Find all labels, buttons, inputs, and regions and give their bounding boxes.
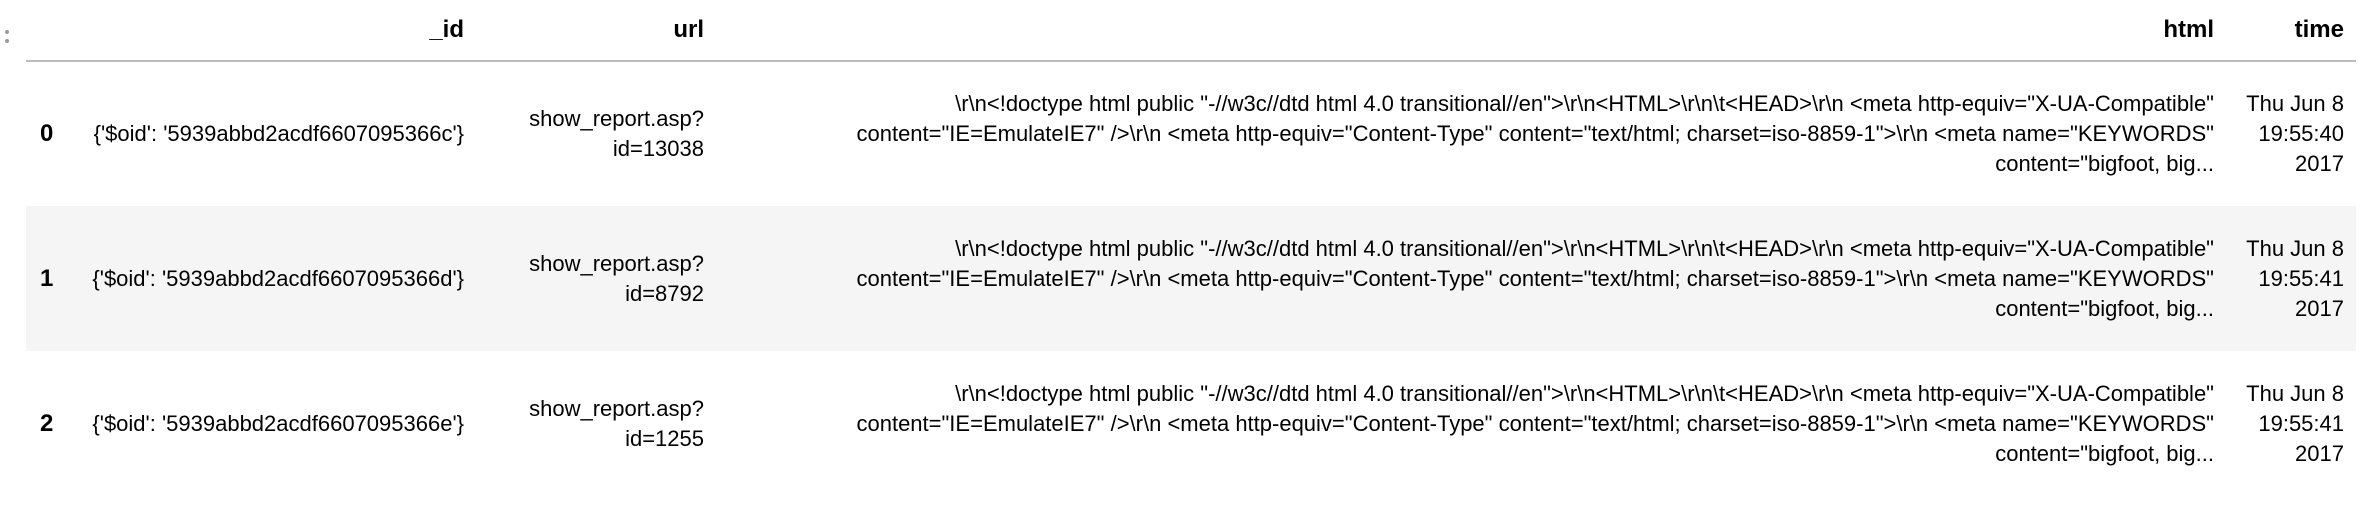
table-body: 0 {'$oid': '5939abbd2acdf6607095366c'} s… [26, 61, 2356, 496]
cell-html-wrap: \r\n<!doctype html public "-//w3c//dtd h… [716, 61, 2226, 206]
cell-url: show_report.asp?id=13038 [529, 106, 704, 161]
header-row: _id url html time [26, 0, 2356, 62]
dataframe-table: _id url html time 0 {'$oid': '5939abbd2a… [26, 0, 2356, 496]
row-index: 2 [40, 409, 54, 437]
cell-url: show_report.asp?id=1255 [529, 395, 704, 451]
row-index: 1 [40, 264, 54, 292]
cell-time: Thu Jun 8 19:55:41 2017 [2246, 235, 2344, 321]
drag-handle-dot [5, 38, 9, 43]
table-row: 1 {'$oid': '5939abbd2acdf6607095366d'} s… [26, 206, 2356, 351]
table-row: 2 {'$oid': '5939abbd2acdf6607095366e'} s… [26, 351, 2356, 496]
table-header: _id url html time [26, 0, 2356, 62]
cell-id: {'$oid': '5939abbd2acdf6607095366e'} [92, 410, 464, 436]
cell-html-wrap: \r\n<!doctype html public "-//w3c//dtd h… [716, 206, 2226, 351]
drag-handle-icon[interactable] [0, 26, 14, 46]
column-header-html: html [716, 0, 2226, 62]
cell-url: show_report.asp?id=8792 [529, 250, 704, 306]
cell-html: \r\n<!doctype html public "-//w3c//dtd h… [856, 380, 2214, 466]
cell-html: \r\n<!doctype html public "-//w3c//dtd h… [856, 235, 2214, 321]
column-header-url: url [476, 0, 716, 62]
cell-html-wrap: \r\n<!doctype html public "-//w3c//dtd h… [716, 351, 2226, 496]
row-index: 0 [40, 120, 54, 147]
cell-time: Thu Jun 8 19:55:41 2017 [2246, 380, 2344, 466]
cell-id: {'$oid': '5939abbd2acdf6607095366d'} [92, 265, 464, 291]
cell-html: \r\n<!doctype html public "-//w3c//dtd h… [856, 91, 2214, 176]
column-header-id: _id [70, 0, 476, 62]
table-row: 0 {'$oid': '5939abbd2acdf6607095366c'} s… [26, 61, 2356, 206]
drag-handle-dot [5, 29, 9, 34]
cell-time: Thu Jun 8 19:55:40 2017 [2246, 91, 2344, 176]
column-header-time: time [2226, 0, 2356, 62]
column-header-index [26, 0, 70, 62]
cell-id: {'$oid': '5939abbd2acdf6607095366c'} [93, 121, 464, 146]
